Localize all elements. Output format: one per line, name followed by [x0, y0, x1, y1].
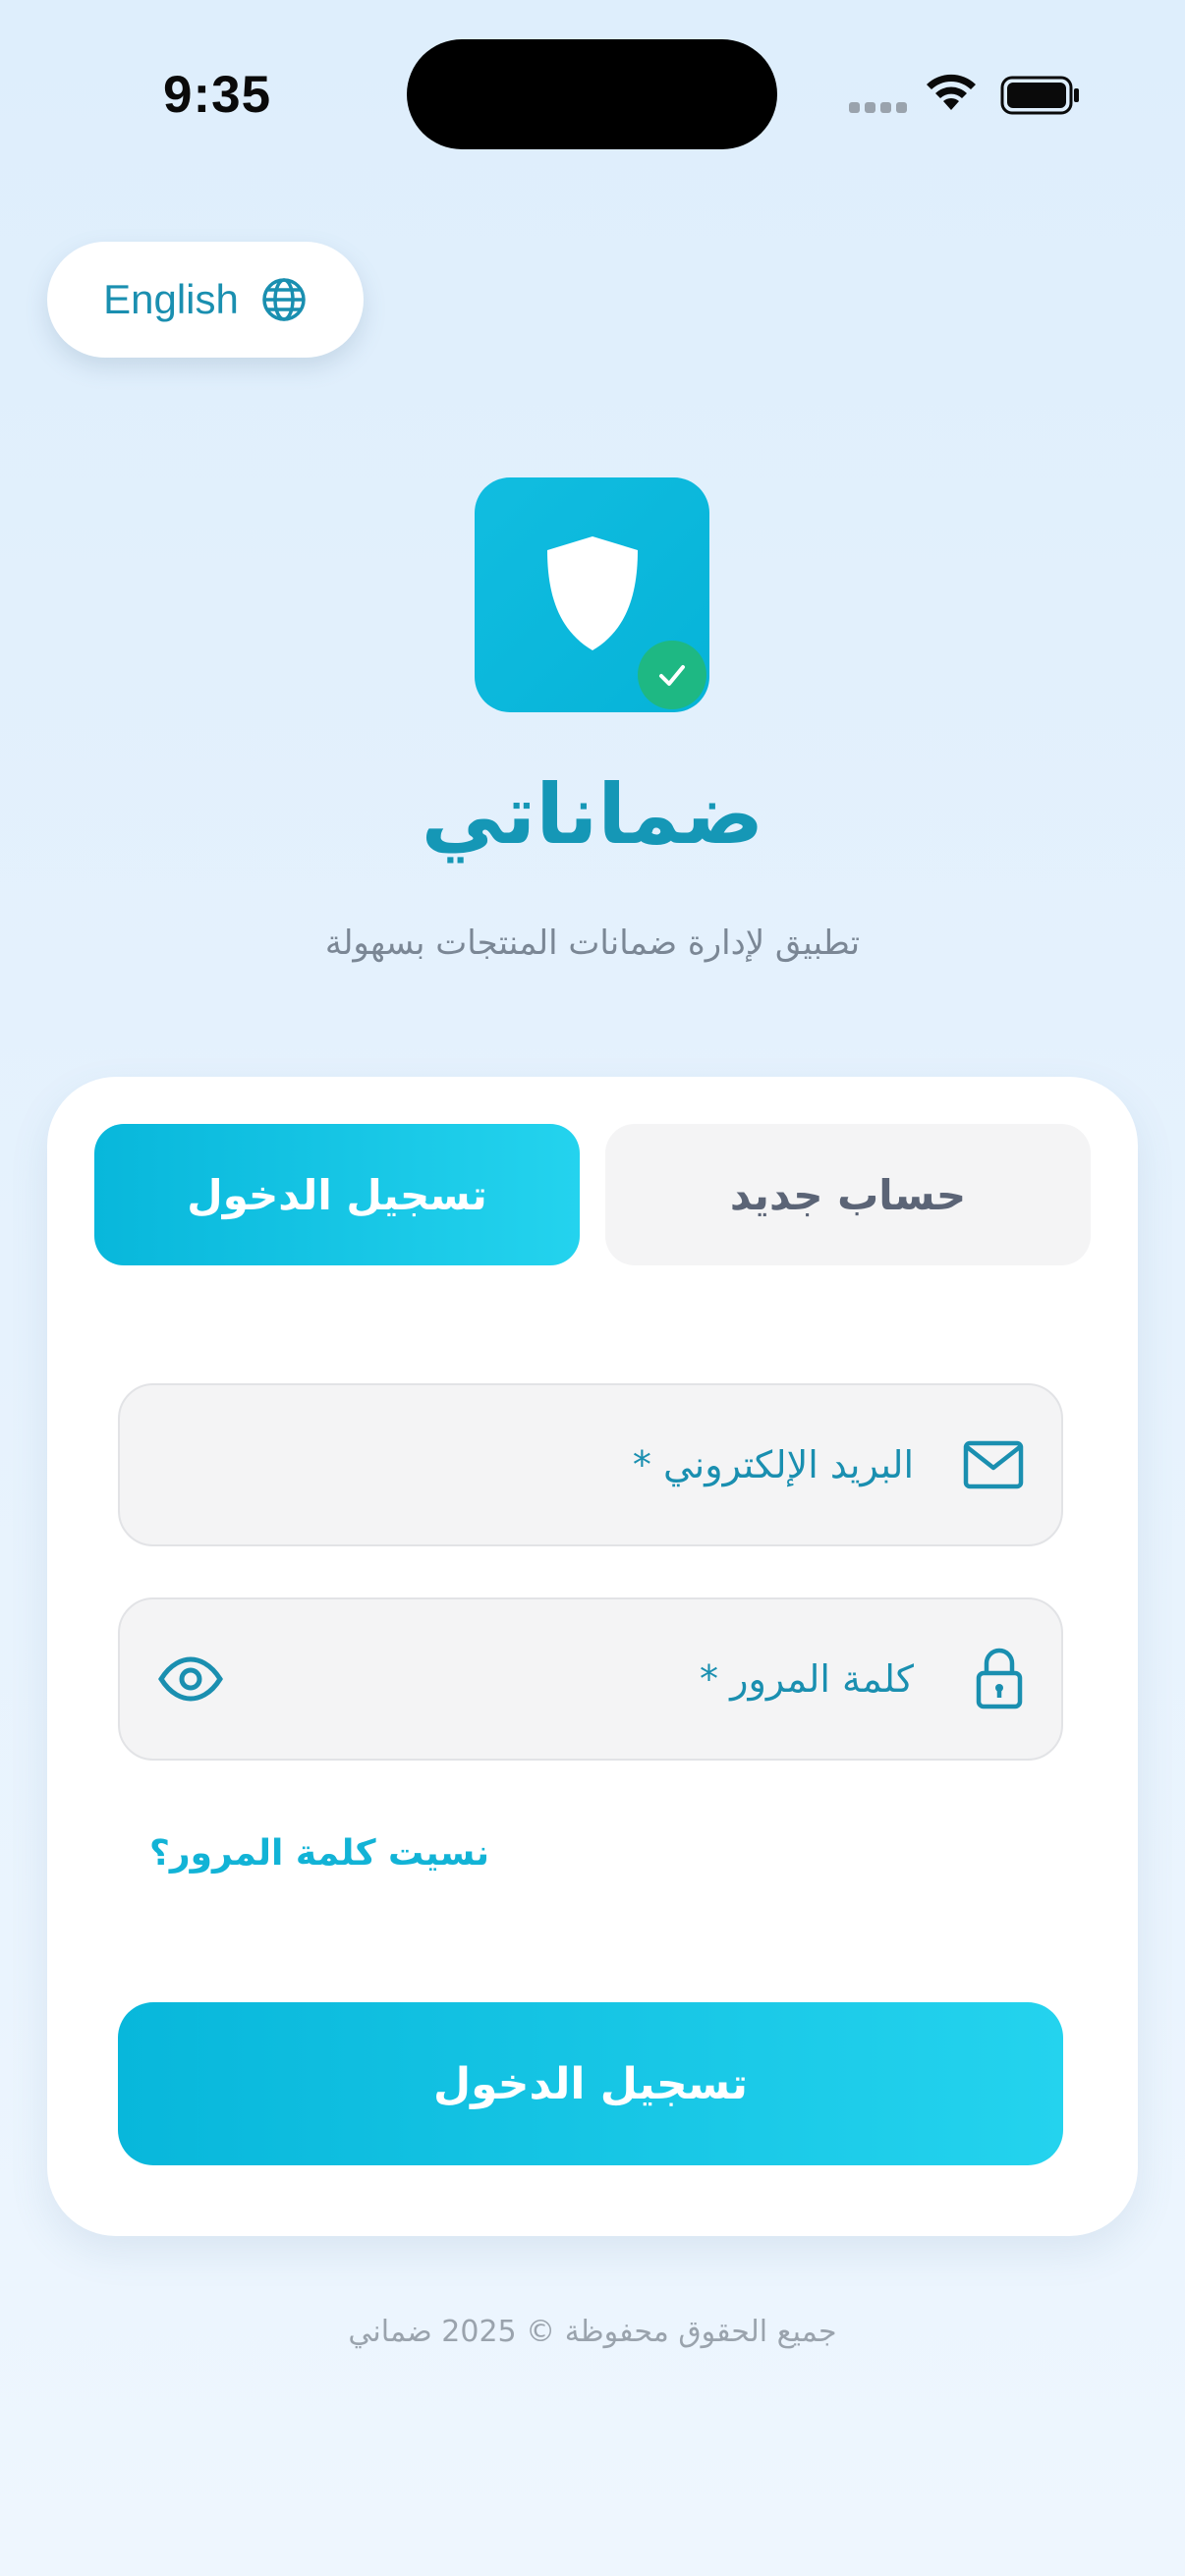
cellular-signal-icon: [849, 102, 907, 113]
login-submit-button[interactable]: تسجيل الدخول: [118, 2002, 1063, 2165]
check-badge: [638, 641, 706, 709]
email-field[interactable]: البريد الإلكتروني *: [118, 1383, 1063, 1546]
shield-icon: [547, 536, 638, 650]
app-logo: [475, 477, 709, 712]
tab-login[interactable]: تسجيل الدخول: [94, 1124, 580, 1265]
dynamic-island: [407, 39, 777, 149]
battery-icon: [1000, 76, 1079, 115]
tab-signup[interactable]: حساب جديد: [605, 1124, 1091, 1265]
app-title: ضماناتي: [421, 766, 764, 863]
auth-card: تسجيل الدخول حساب جديد البريد الإلكتروني…: [47, 1077, 1138, 2236]
language-label: English: [103, 276, 239, 322]
footer-copyright: جميع الحقوق محفوظة © 2025 ضماني: [348, 2315, 837, 2349]
check-icon: [659, 665, 685, 686]
status-time: 9:35: [163, 66, 272, 124]
email-label: البريد الإلكتروني *: [632, 1443, 914, 1486]
eye-icon[interactable]: [157, 1656, 224, 1702]
globe-icon: [262, 278, 306, 321]
password-field[interactable]: كلمة المرور *: [118, 1597, 1063, 1761]
language-toggle-button[interactable]: English: [47, 242, 364, 358]
wifi-icon: [927, 74, 976, 110]
forgot-password-link[interactable]: نسيت كلمة المرور؟: [149, 1833, 489, 1874]
app-tagline: تطبيق لإدارة ضمانات المنتجات بسهولة: [324, 924, 861, 963]
lock-icon: [976, 1648, 1023, 1709]
mail-icon: [963, 1440, 1024, 1489]
password-label: كلمة المرور *: [700, 1657, 914, 1701]
